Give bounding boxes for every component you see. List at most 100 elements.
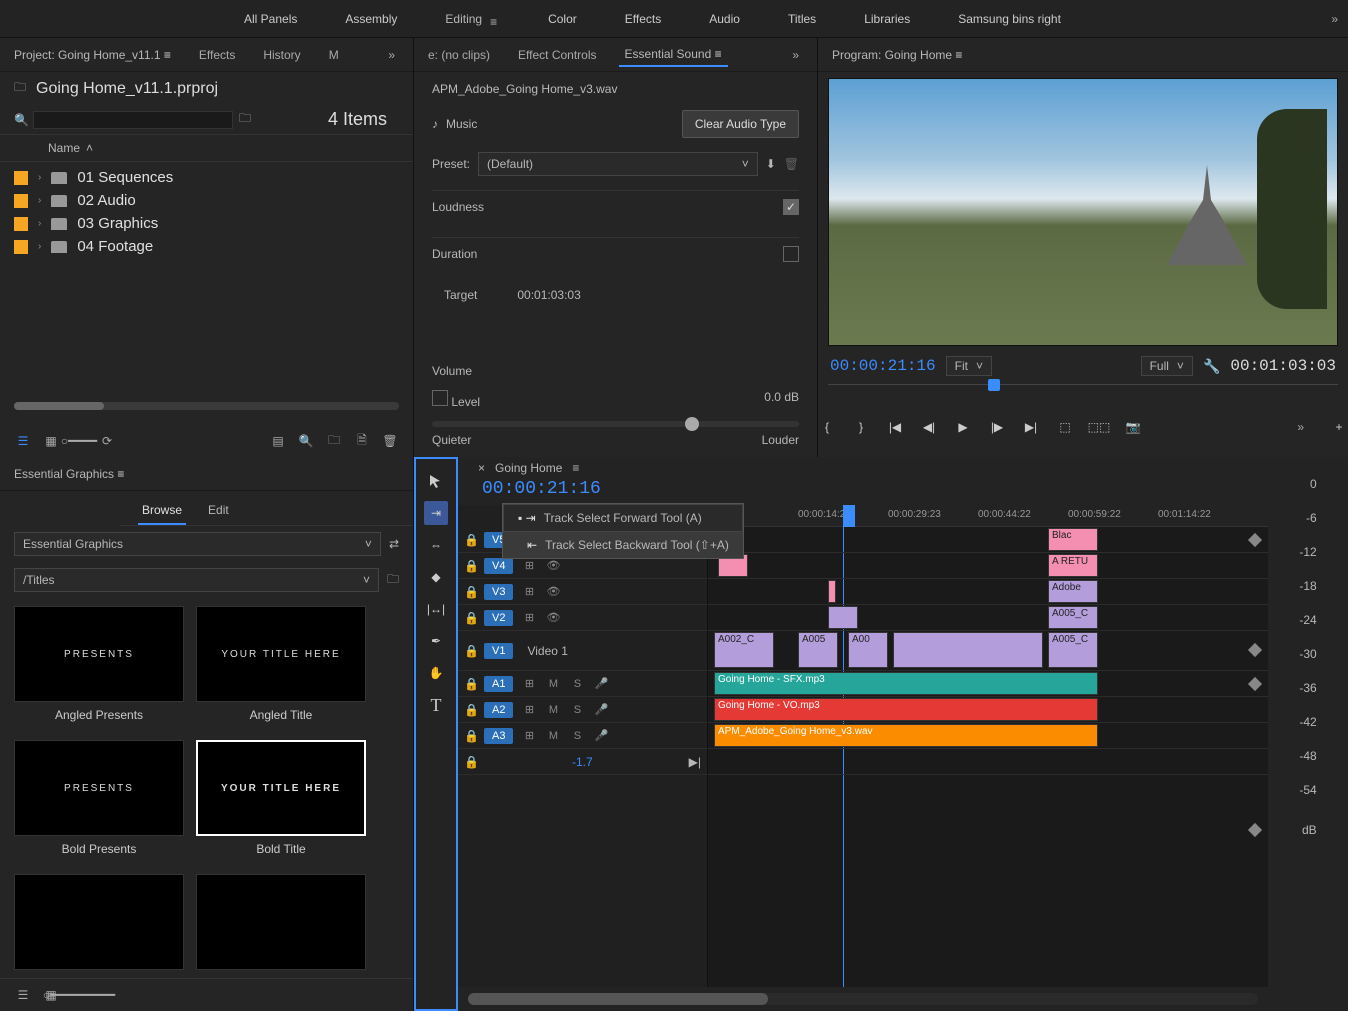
preset-select[interactable]: (Default)˅: [478, 152, 758, 176]
mute-icon[interactable]: M: [545, 678, 561, 690]
lock-icon[interactable]: 🔒: [464, 703, 476, 717]
find-icon[interactable]: 🔍: [297, 433, 315, 449]
bin-row-graphics[interactable]: ›03 Graphics: [0, 212, 413, 235]
tab-effects[interactable]: Effects: [193, 44, 241, 66]
toggle-output-icon[interactable]: 👁: [545, 559, 561, 572]
clip[interactable]: Blac: [1048, 528, 1098, 551]
panel-overflow-icon[interactable]: »: [782, 48, 809, 62]
zoom-select[interactable]: Fit˅: [946, 356, 992, 376]
timeline-hscroll[interactable]: [468, 993, 1258, 1005]
clip[interactable]: A005_C: [1048, 606, 1098, 629]
clear-audio-type-button[interactable]: Clear Audio Type: [682, 110, 799, 138]
zoom-slider-knob[interactable]: ○━━━━: [70, 433, 88, 449]
lift-icon[interactable]: ⬚: [1056, 418, 1074, 436]
eg-edit-tab[interactable]: Edit: [204, 497, 233, 525]
lock-icon[interactable]: 🔒: [464, 677, 476, 691]
overflow-icon[interactable]: »: [1321, 12, 1348, 26]
track-header-a1[interactable]: 🔒A1⊞MS🎤: [458, 671, 707, 697]
new-item-icon[interactable]: 🗎: [353, 433, 371, 449]
timeline-ruler[interactable]: 00:00 00:00:14:23 00:00:29:23 00:00:44:2…: [708, 505, 1268, 527]
panel-overflow-icon[interactable]: »: [378, 48, 405, 62]
pen-tool[interactable]: ✒: [424, 629, 448, 653]
step-back-icon[interactable]: ◀|: [920, 418, 938, 436]
project-search-input[interactable]: [33, 111, 233, 129]
mute-icon[interactable]: M: [545, 730, 561, 742]
solo-icon[interactable]: S: [569, 730, 585, 742]
eg-browse-tab[interactable]: Browse: [138, 497, 186, 525]
volume-slider[interactable]: [432, 421, 799, 427]
clip[interactable]: A002_C: [714, 632, 774, 668]
list-view-icon[interactable]: ☰: [14, 433, 32, 449]
clip[interactable]: A RETU: [1048, 554, 1098, 577]
level-checkbox[interactable]: [432, 390, 448, 406]
export-frame-icon[interactable]: 📷: [1124, 418, 1142, 436]
track-header-a3[interactable]: 🔒A3⊞MS🎤: [458, 723, 707, 749]
workspace-color[interactable]: Color: [524, 0, 601, 37]
track-header-master[interactable]: 🔒-1.7▶|: [458, 749, 707, 775]
timeline-clips-area[interactable]: 00:00 00:00:14:23 00:00:29:23 00:00:44:2…: [708, 505, 1268, 987]
clip[interactable]: [828, 606, 858, 629]
slider-knob[interactable]: [685, 417, 699, 431]
close-sequence-icon[interactable]: ×: [478, 461, 485, 475]
template-row[interactable]: [14, 874, 184, 970]
workspace-editing[interactable]: Editing≡: [421, 0, 524, 37]
sync-lock-icon[interactable]: ⊞: [521, 585, 537, 598]
loudness-checkbox[interactable]: [783, 199, 799, 215]
timeline-playhead[interactable]: [843, 505, 855, 527]
track-header-a2[interactable]: 🔒A2⊞MS🎤: [458, 697, 707, 723]
column-name-header[interactable]: Name˄: [0, 134, 413, 162]
toggle-output-icon[interactable]: 👁: [545, 611, 561, 624]
lock-icon[interactable]: 🔒: [464, 585, 476, 599]
ripple-edit-tool[interactable]: ⇔: [424, 533, 448, 557]
mute-icon[interactable]: M: [545, 704, 561, 716]
workspace-all-panels[interactable]: All Panels: [220, 0, 321, 37]
sync-lock-icon[interactable]: ⊞: [521, 559, 537, 572]
play-icon[interactable]: ▶: [954, 418, 972, 436]
duration-checkbox[interactable]: [783, 246, 799, 262]
tab-essential-graphics[interactable]: Essential Graphics ≡: [8, 463, 130, 485]
sync-lock-icon[interactable]: ⊞: [521, 729, 537, 742]
voice-record-icon[interactable]: 🎤: [593, 703, 609, 716]
step-forward-icon[interactable]: |▶: [988, 418, 1006, 436]
chevron-right-icon[interactable]: ›: [38, 218, 41, 229]
track-select-forward-item[interactable]: ▪ ⇥ Track Select Forward Tool (A): [503, 504, 743, 532]
audio-clip-sfx[interactable]: Going Home - SFX.mp3: [714, 672, 1098, 695]
extract-icon[interactable]: ⬚⬚: [1090, 418, 1108, 436]
sync-lock-icon[interactable]: ⊞: [521, 677, 537, 690]
template-angled-presents[interactable]: PRESENTSAngled Presents: [14, 606, 184, 728]
eg-list-view-icon[interactable]: ☰: [14, 987, 32, 1003]
sort-freeform-icon[interactable]: ⟳: [98, 433, 116, 449]
selection-tool[interactable]: [424, 469, 448, 493]
tab-history[interactable]: History: [257, 44, 306, 66]
transport-overflow-icon[interactable]: »: [1287, 420, 1314, 434]
workspace-assembly[interactable]: Assembly: [321, 0, 421, 37]
clip[interactable]: [828, 580, 836, 603]
workspace-titles[interactable]: Titles: [764, 0, 840, 37]
tab-essential-sound[interactable]: Essential Sound ≡: [619, 43, 728, 67]
clip[interactable]: A005: [798, 632, 838, 668]
audio-clip-music[interactable]: APM_Adobe_Going Home_v3.wav: [714, 724, 1098, 747]
chevron-right-icon[interactable]: ›: [38, 241, 41, 252]
workspace-audio[interactable]: Audio: [685, 0, 764, 37]
program-timecode[interactable]: 00:00:21:16: [830, 357, 936, 375]
timeline-timecode[interactable]: 00:00:21:16: [482, 479, 601, 499]
keyframe-icon[interactable]: [1248, 677, 1262, 691]
lock-icon[interactable]: 🔒: [464, 755, 476, 769]
keyframe-icon[interactable]: [1248, 643, 1262, 657]
clip[interactable]: A00: [848, 632, 888, 668]
new-folder-icon[interactable]: 🗀: [387, 570, 399, 591]
master-pan-value[interactable]: -1.7: [484, 755, 681, 769]
solo-icon[interactable]: S: [569, 678, 585, 690]
playhead-icon[interactable]: [988, 379, 1000, 391]
tab-project[interactable]: Project: Going Home_v11.1 ≡: [8, 44, 177, 66]
eg-grid-view-icon[interactable]: ▦: [42, 987, 60, 1003]
voice-record-icon[interactable]: 🎤: [593, 729, 609, 742]
keyframe-icon[interactable]: [1248, 823, 1262, 837]
tab-source[interactable]: e: (no clips): [422, 44, 496, 66]
menu-icon[interactable]: ≡: [490, 15, 500, 23]
clip[interactable]: A005_C: [1048, 632, 1098, 668]
bin-row-footage[interactable]: ›04 Footage: [0, 235, 413, 258]
program-scrubber[interactable]: [828, 384, 1338, 408]
hand-tool[interactable]: ✋: [424, 661, 448, 685]
track-header-v2[interactable]: 🔒V2⊞👁: [458, 605, 707, 631]
